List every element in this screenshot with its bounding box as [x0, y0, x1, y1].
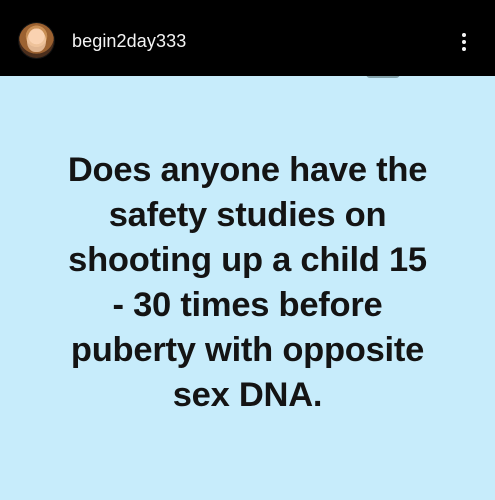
- caption-line: shooting up a child 15: [68, 241, 427, 279]
- more-options-dot: [462, 47, 466, 51]
- post-image[interactable]: Does anyone have the safety studies on s…: [0, 76, 495, 500]
- avatar[interactable]: [19, 23, 54, 58]
- caption-line: Does anyone have the: [67, 151, 428, 189]
- image-caption-text: Does anyone have the safety studies on s…: [0, 148, 495, 418]
- image-top-edge-artifact: [366, 76, 400, 78]
- username-link[interactable]: begin2day333: [72, 30, 186, 52]
- caption-line: sex DNA.: [172, 376, 323, 414]
- caption-line: safety studies on: [108, 196, 387, 234]
- more-options-dot: [462, 33, 466, 37]
- caption-line: puberty with opposite: [70, 331, 425, 369]
- more-options-icon[interactable]: [452, 24, 476, 58]
- post-header: begin2day333: [0, 0, 495, 76]
- more-options-dot: [462, 40, 466, 44]
- instagram-post-view: begin2day333 Does anyone have the safety…: [0, 0, 495, 500]
- caption-line: - 30 times before: [112, 286, 383, 324]
